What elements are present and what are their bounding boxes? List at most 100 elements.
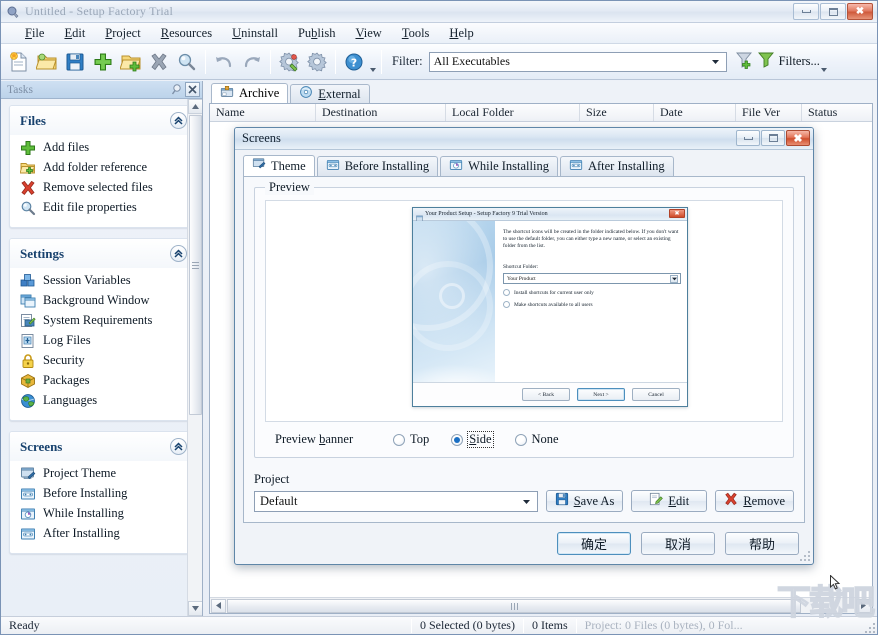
filters-button[interactable]: Filters... [735, 50, 820, 73]
save-as-button[interactable]: Save As [545, 490, 624, 513]
sidebar-item-label: Languages [43, 393, 98, 407]
maximize-button[interactable] [820, 3, 846, 20]
column-header-destination[interactable]: Destination [316, 104, 446, 121]
remove-files-icon[interactable] [145, 48, 173, 76]
new-project-icon[interactable] [5, 48, 33, 76]
panel-header-files[interactable]: Files [10, 106, 195, 135]
build-icon[interactable] [303, 48, 331, 76]
radio-label-side: Side [467, 431, 494, 449]
project-value: Default [260, 493, 298, 508]
menu-item-tools[interactable]: Tools [392, 24, 440, 43]
tab-while-installing[interactable]: While Installing [440, 156, 558, 177]
sidebar-item-remove-selected-files[interactable]: Remove selected files [20, 178, 189, 198]
radio-option-none[interactable]: None [514, 432, 559, 447]
sidebar-scrollbar-thumb[interactable] [189, 115, 202, 415]
remove-button[interactable]: Remove [715, 490, 794, 513]
close-button[interactable]: ✖ [847, 3, 873, 20]
sidebar-item-security[interactable]: Security [20, 351, 189, 371]
menu-item-publish[interactable]: Publish [288, 24, 346, 43]
sidebar-item-session-variables[interactable]: Session Variables [20, 271, 189, 291]
menu-item-edit[interactable]: Edit [54, 24, 95, 43]
help-icon[interactable]: ? [340, 48, 368, 76]
menu-item-help[interactable]: Help [439, 24, 483, 43]
help-button[interactable]: 帮助 [725, 532, 799, 556]
add-folder-icon[interactable] [117, 48, 145, 76]
close-icon[interactable] [185, 82, 200, 97]
scroll-right-arrow-icon[interactable] [856, 598, 871, 613]
column-header-file-ver[interactable]: File Ver [736, 104, 802, 121]
tab-archive[interactable]: Archive [211, 83, 289, 103]
preview-radio-all-users: Make shortcuts available to all users [503, 301, 681, 309]
scroll-down-arrow-icon[interactable] [188, 601, 202, 616]
minimize-button[interactable] [793, 3, 819, 20]
radio-label-none: None [531, 432, 559, 447]
tab-external[interactable]: External [290, 84, 370, 103]
cancel-button[interactable]: 取消 [641, 532, 715, 556]
sidebar-item-add-files[interactable]: Add files [20, 138, 189, 158]
resize-grip-icon[interactable] [863, 621, 875, 633]
scroll-left-arrow-icon[interactable] [211, 598, 226, 613]
redo-icon[interactable] [238, 48, 266, 76]
chevron-down-icon[interactable] [519, 493, 535, 509]
edit-button[interactable]: Edit [631, 490, 708, 513]
project-combo[interactable]: Default [254, 490, 538, 512]
menu-item-resources[interactable]: Resources [151, 24, 222, 43]
listview-horizontal-scrollbar[interactable] [210, 597, 872, 613]
undo-icon[interactable] [210, 48, 238, 76]
sidebar-item-background-window[interactable]: Background Window [20, 291, 189, 311]
radio-option-top[interactable]: Top [393, 432, 429, 447]
chevron-up-icon[interactable] [170, 438, 187, 455]
radio-option-side[interactable]: Side [451, 431, 494, 449]
column-header-status[interactable]: Status [802, 104, 862, 121]
panel-header-settings[interactable]: Settings [10, 239, 195, 268]
dialog-close-button[interactable]: ✖ [786, 130, 810, 146]
dialog-resize-grip-icon[interactable] [799, 550, 810, 561]
add-filter-icon[interactable] [735, 50, 754, 73]
menu-item-project[interactable]: Project [95, 24, 150, 43]
filter-combo[interactable]: All Executables [428, 51, 727, 72]
column-header-size[interactable]: Size [580, 104, 654, 121]
radio-icon[interactable] [393, 433, 405, 446]
menu-item-file[interactable]: File [15, 24, 54, 43]
build-settings-icon[interactable] [275, 48, 303, 76]
sidebar-item-before-installing[interactable]: Before Installing [20, 484, 189, 504]
sidebar-scrollbar[interactable] [187, 99, 202, 616]
hscroll-thumb[interactable] [227, 598, 801, 613]
tab-theme[interactable]: Theme [243, 155, 315, 177]
dialog-minimize-button[interactable] [736, 130, 760, 146]
scroll-up-arrow-icon[interactable] [188, 99, 202, 114]
menu-item-uninstall[interactable]: Uninstall [222, 24, 288, 43]
column-header-name[interactable]: Name [210, 104, 316, 121]
sidebar-item-log-files[interactable]: Log Files [20, 331, 189, 351]
tab-before-installing-label: Before Installing [344, 159, 430, 174]
tab-before-installing[interactable]: Before Installing [316, 156, 439, 177]
open-project-icon[interactable] [33, 48, 61, 76]
sidebar-item-languages[interactable]: Languages [20, 391, 189, 411]
filter-icon[interactable] [757, 50, 776, 73]
radio-icon-selected[interactable] [451, 433, 464, 446]
sidebar-item-edit-file-properties[interactable]: Edit file properties [20, 198, 189, 218]
save-project-icon[interactable] [61, 48, 89, 76]
sidebar-item-after-installing[interactable]: After Installing [20, 524, 189, 544]
panel-header-screens[interactable]: Screens [10, 432, 195, 461]
sidebar-item-system-requirements[interactable]: System Requirements [20, 311, 189, 331]
radio-icon[interactable] [514, 433, 527, 446]
sidebar-item-while-installing[interactable]: While Installing [20, 504, 189, 524]
filters-overflow-button[interactable] [820, 48, 829, 76]
column-header-date[interactable]: Date [654, 104, 736, 121]
column-header-local-folder[interactable]: Local Folder [446, 104, 580, 121]
menu-item-view[interactable]: View [345, 24, 391, 43]
ok-button[interactable]: 确定 [557, 532, 631, 556]
toolbar-overflow-button[interactable] [368, 48, 377, 76]
chevron-up-icon[interactable] [170, 245, 187, 262]
tab-after-installing[interactable]: After Installing [559, 156, 674, 177]
add-files-icon[interactable] [89, 48, 117, 76]
chevron-up-icon[interactable] [170, 112, 187, 129]
pin-icon[interactable] [170, 82, 185, 97]
sidebar-item-add-folder-reference[interactable]: Add folder reference [19, 158, 189, 178]
sidebar-item-project-theme[interactable]: Project Theme [20, 464, 189, 484]
file-properties-icon[interactable] [173, 48, 201, 76]
sidebar-item-packages[interactable]: Packages [20, 371, 189, 391]
dialog-maximize-button[interactable] [761, 130, 785, 146]
chevron-down-icon[interactable] [708, 54, 724, 70]
